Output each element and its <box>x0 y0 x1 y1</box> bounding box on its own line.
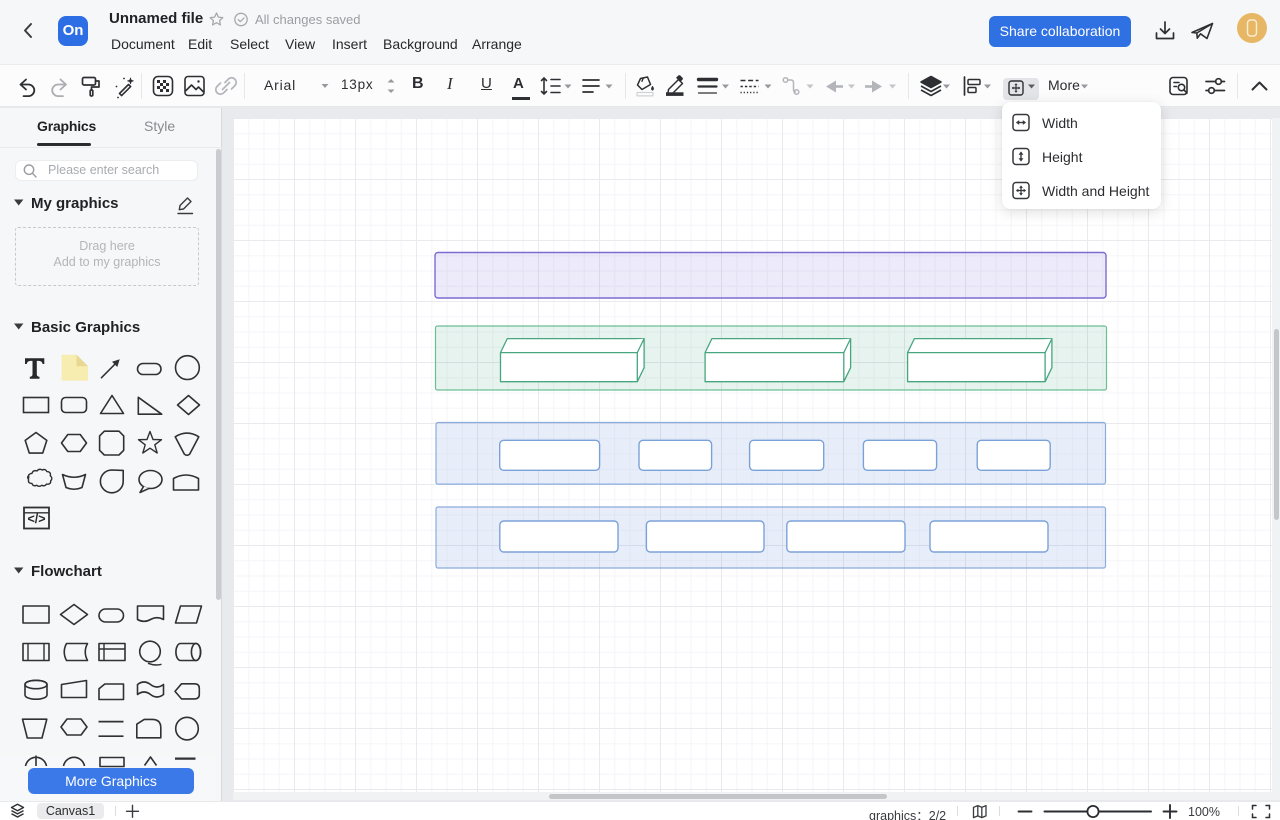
svg-text:</>: </> <box>27 512 45 526</box>
